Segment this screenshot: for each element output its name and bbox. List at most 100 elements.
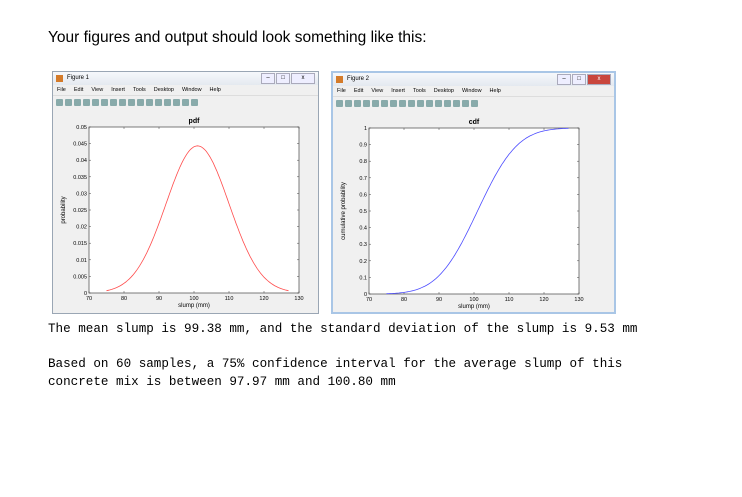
print-icon[interactable]: [363, 100, 370, 107]
y-tick-label: 0.8: [359, 159, 367, 165]
x-tick-label: 120: [259, 296, 268, 302]
y-tick-label: 0.5: [359, 209, 367, 215]
save-icon[interactable]: [74, 99, 81, 106]
menu-edit[interactable]: Edit: [354, 86, 363, 96]
colorbar-icon[interactable]: [444, 100, 451, 107]
pan-icon[interactable]: [119, 99, 126, 106]
x-tick-label: 110: [225, 296, 234, 302]
menu-tools[interactable]: Tools: [413, 86, 426, 96]
datacursor-icon[interactable]: [417, 100, 424, 107]
x-tick-label: 130: [574, 297, 583, 303]
plot-area: [88, 126, 300, 294]
y-tick-label: 0.9: [359, 143, 367, 149]
menu-help[interactable]: Help: [210, 85, 221, 95]
new-icon[interactable]: [56, 99, 63, 106]
matlab-figure-icon: [56, 75, 63, 82]
x-axis-label: slump (mm): [458, 304, 490, 310]
legend-icon[interactable]: [173, 99, 180, 106]
x-tick-label: 90: [156, 296, 162, 302]
legend-icon[interactable]: [453, 100, 460, 107]
plot-area: [368, 127, 580, 295]
save-icon[interactable]: [354, 100, 361, 107]
close-button[interactable]: x: [291, 73, 315, 84]
y-tick-label: 0: [364, 292, 367, 298]
menu-desktop[interactable]: Desktop: [154, 85, 174, 95]
y-tick-label: 1: [364, 126, 367, 132]
menu-bar: File Edit View Insert Tools Desktop Window Help: [333, 86, 614, 97]
close-button[interactable]: x: [587, 74, 611, 85]
menu-file[interactable]: File: [57, 85, 66, 95]
y-tick-label: 0.025: [73, 208, 87, 214]
figure-1-window[interactable]: Figure 1 – □ x File Edit View Insert Tools Deskt…: [52, 71, 319, 314]
show-icon[interactable]: [191, 99, 198, 106]
y-tick-label: 0.4: [359, 226, 367, 232]
menu-help[interactable]: Help: [490, 86, 501, 96]
link-icon[interactable]: [155, 99, 162, 106]
print-icon[interactable]: [83, 99, 90, 106]
zoom-out-icon[interactable]: [110, 99, 117, 106]
matlab-figure-icon: [336, 76, 343, 83]
menu-view[interactable]: View: [91, 85, 103, 95]
y-tick-label: 0: [84, 291, 87, 297]
y-tick-label: 0.6: [359, 192, 367, 198]
y-tick-label: 0.03: [76, 191, 87, 197]
zoom-out-icon[interactable]: [390, 100, 397, 107]
menu-window[interactable]: Window: [182, 85, 202, 95]
maximize-button[interactable]: □: [572, 74, 586, 85]
rotate-icon[interactable]: [408, 100, 415, 107]
brush-icon[interactable]: [426, 100, 433, 107]
chart-title: pdf: [189, 118, 201, 125]
y-tick-label: 0.005: [73, 274, 87, 280]
menu-insert[interactable]: Insert: [391, 86, 405, 96]
figure-2-window[interactable]: Figure 2 – □ x File Edit View Insert Tools Deskt…: [331, 71, 616, 314]
menu-insert[interactable]: Insert: [111, 85, 125, 95]
y-tick-label: 0.1: [359, 275, 367, 281]
menu-bar: File Edit View Insert Tools Desktop Window Help: [53, 85, 318, 96]
pointer-icon[interactable]: [92, 99, 99, 106]
y-tick-label: 0.01: [76, 258, 87, 264]
minimize-button[interactable]: –: [261, 73, 275, 84]
menu-window[interactable]: Window: [462, 86, 482, 96]
y-axis-label: cumulative probability: [341, 182, 347, 240]
x-tick-label: 100: [189, 296, 198, 302]
rotate-icon[interactable]: [128, 99, 135, 106]
minimize-button[interactable]: –: [557, 74, 571, 85]
cdf-chart: 70 80 90 100 110 120 13000.10.20.30.40.50.60.7…: [341, 119, 584, 310]
x-axis-label: slump (mm): [178, 303, 210, 309]
x-tick-label: 80: [401, 297, 407, 303]
hide-icon[interactable]: [182, 99, 189, 106]
chart-title: cdf: [469, 119, 480, 126]
menu-edit[interactable]: Edit: [74, 85, 83, 95]
colorbar-icon[interactable]: [164, 99, 171, 106]
datacursor-icon[interactable]: [137, 99, 144, 106]
heading: Your figures and output should look some…: [48, 29, 427, 46]
menu-tools[interactable]: Tools: [133, 85, 146, 95]
x-tick-label: 120: [539, 297, 548, 303]
new-icon[interactable]: [336, 100, 343, 107]
y-tick-label: 0.035: [73, 175, 87, 181]
pointer-icon[interactable]: [372, 100, 379, 107]
menu-file[interactable]: File: [337, 86, 346, 96]
zoom-in-icon[interactable]: [101, 99, 108, 106]
x-tick-label: 110: [505, 297, 514, 303]
y-tick-label: 0.3: [359, 242, 367, 248]
menu-view[interactable]: View: [371, 86, 383, 96]
brush-icon[interactable]: [146, 99, 153, 106]
link-icon[interactable]: [435, 100, 442, 107]
hide-icon[interactable]: [462, 100, 469, 107]
open-icon[interactable]: [345, 100, 352, 107]
y-tick-label: 0.015: [73, 241, 87, 247]
y-tick-label: 0.2: [359, 259, 367, 265]
window-titlebar[interactable]: Figure 2 – □ x: [333, 73, 614, 86]
zoom-in-icon[interactable]: [381, 100, 388, 107]
window-title: Figure 2: [347, 76, 370, 82]
x-tick-label: 100: [469, 297, 478, 303]
y-axis-label: probability: [61, 196, 67, 223]
window-titlebar[interactable]: Figure 1 – □ x: [53, 72, 318, 85]
maximize-button[interactable]: □: [276, 73, 290, 84]
show-icon[interactable]: [471, 100, 478, 107]
y-tick-label: 0.045: [73, 142, 87, 148]
menu-desktop[interactable]: Desktop: [434, 86, 454, 96]
open-icon[interactable]: [65, 99, 72, 106]
pan-icon[interactable]: [399, 100, 406, 107]
